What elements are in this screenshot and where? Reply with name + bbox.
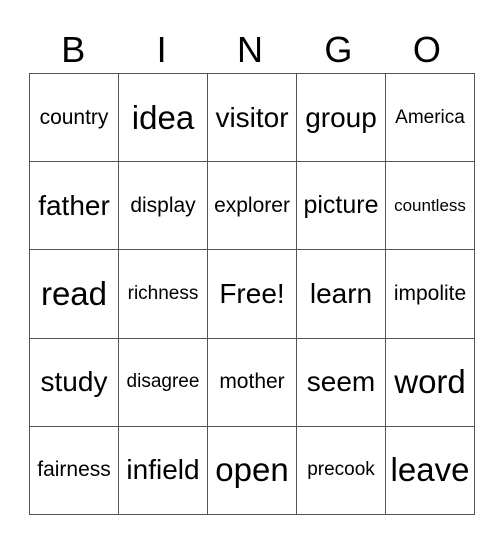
bingo-cell[interactable]: explorer <box>207 161 297 251</box>
grid-row: read richness Free! learn impolite <box>29 249 475 339</box>
header-letter-b: B <box>61 29 86 70</box>
header-letter-n: N <box>237 29 264 70</box>
bingo-cell[interactable]: richness <box>118 249 208 339</box>
bingo-cell[interactable]: open <box>207 425 297 516</box>
free-space-cell[interactable]: Free! <box>207 249 297 339</box>
header-letter-g: G <box>324 29 353 70</box>
bingo-cell[interactable]: infield <box>118 425 208 516</box>
bingo-cell[interactable]: America <box>385 72 475 163</box>
bingo-cell[interactable]: idea <box>118 72 208 163</box>
bingo-cell[interactable]: leave <box>385 425 475 516</box>
bingo-header: B I N G O <box>29 28 471 72</box>
bingo-cell[interactable]: study <box>29 337 119 427</box>
bingo-cell[interactable]: country <box>29 72 119 163</box>
bingo-cell[interactable]: mother <box>207 337 297 427</box>
bingo-cell[interactable]: fairness <box>29 425 119 516</box>
bingo-cell[interactable]: word <box>385 337 475 427</box>
bingo-cell[interactable]: precook <box>296 425 386 516</box>
bingo-cell[interactable]: impolite <box>385 249 475 339</box>
grid-row: fairness infield open precook leave <box>29 425 475 516</box>
bingo-cell[interactable]: father <box>29 161 119 251</box>
bingo-card-grid: country idea visitor group America fathe… <box>29 72 475 516</box>
bingo-cell[interactable]: disagree <box>118 337 208 427</box>
bingo-cell[interactable]: countless <box>385 161 475 251</box>
bingo-cell[interactable]: seem <box>296 337 386 427</box>
header-letter-i: I <box>156 29 167 70</box>
bingo-cell[interactable]: visitor <box>207 72 297 163</box>
grid-row: study disagree mother seem word <box>29 337 475 427</box>
grid-row: country idea visitor group America <box>29 72 475 163</box>
bingo-cell[interactable]: learn <box>296 249 386 339</box>
bingo-cell[interactable]: read <box>29 249 119 339</box>
bingo-cell[interactable]: group <box>296 72 386 163</box>
header-letter-o: O <box>412 29 441 70</box>
bingo-cell[interactable]: display <box>118 161 208 251</box>
bingo-cell[interactable]: picture <box>296 161 386 251</box>
grid-row: father display explorer picture countles… <box>29 161 475 251</box>
